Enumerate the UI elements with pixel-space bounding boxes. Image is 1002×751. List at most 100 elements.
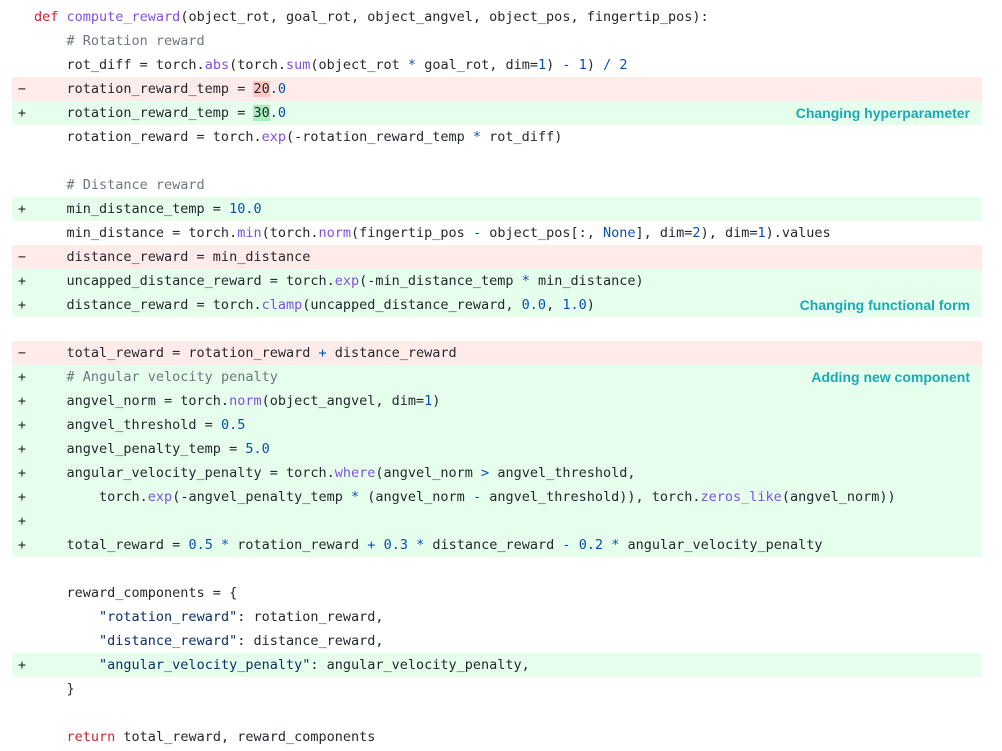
- diff-line-added: + # Angular velocity penalty Adding new c…: [12, 365, 982, 389]
- code-token: ): [432, 393, 441, 409]
- code-token: angvel_threshold,: [489, 465, 636, 481]
- code-token: 2: [692, 225, 701, 241]
- diff-line-context: # Rotation reward: [12, 29, 982, 53]
- code-text: reward_components = {: [34, 581, 238, 605]
- code-token: object_pos[:,: [481, 225, 603, 241]
- code-token: rotation_reward: [229, 537, 368, 553]
- code-token: 30: [253, 105, 270, 121]
- code-token: ): [586, 57, 604, 73]
- code-token: -: [472, 489, 482, 505]
- diff-marker: +: [17, 273, 27, 289]
- diff-marker: +: [17, 201, 27, 217]
- code-text: min_distance = torch.min(torch.norm(fing…: [34, 221, 831, 245]
- code-text: # Angular velocity penalty: [34, 365, 278, 389]
- code-text: "distance_reward": distance_reward,: [34, 629, 383, 653]
- diff-line-added: + min_distance_temp = 10.0: [12, 197, 982, 221]
- diff-line-added: + rotation_reward_temp = 30.0 Changing hy…: [12, 101, 982, 125]
- code-token: ).values: [765, 225, 831, 241]
- code-token: 1: [537, 57, 547, 73]
- code-token: where: [334, 465, 376, 481]
- code-token: torch.: [34, 489, 148, 505]
- diff-line-context: [12, 701, 982, 725]
- diff-marker: +: [17, 417, 27, 433]
- diff-marker: −: [17, 81, 27, 97]
- code-token: distance_reward: [326, 345, 457, 361]
- diff-line-context: rotation_reward = torch.exp(-rotation_re…: [12, 125, 982, 149]
- code-token: *: [472, 129, 482, 145]
- code-token: # Distance reward: [66, 177, 205, 193]
- code-token: -: [562, 57, 571, 73]
- code-text: return total_reward, reward_components: [34, 725, 376, 749]
- code-token: (-rotation_reward_temp: [285, 129, 473, 145]
- code-text: angvel_norm = torch.norm(object_angvel, …: [34, 389, 441, 413]
- code-token: /: [603, 57, 612, 73]
- code-token: (object_angvel, dim=: [261, 393, 425, 409]
- code-token: distance_reward = min_distance: [34, 249, 311, 265]
- code-token: "angular_velocity_penalty": [99, 657, 311, 673]
- code-token: *: [220, 537, 230, 553]
- code-token: rot_diff = torch.: [34, 57, 205, 73]
- code-token: rot_diff): [481, 129, 563, 145]
- code-token: (-angvel_penalty_temp: [172, 489, 351, 505]
- code-token: ), dim=: [700, 225, 758, 241]
- code-token: goal_rot, dim=: [416, 57, 538, 73]
- code-token: (torch.: [261, 225, 319, 241]
- code-token: uncapped_distance_reward = torch.: [34, 273, 335, 289]
- code-token: }: [34, 681, 75, 697]
- code-token: 0.5: [220, 417, 246, 433]
- diff-line-context: [12, 557, 982, 581]
- code-token: rotation_reward_temp =: [34, 81, 254, 97]
- code-text: # Rotation reward: [34, 29, 205, 53]
- code-text: "angular_velocity_penalty": angular_velo…: [34, 653, 530, 677]
- code-text: # Distance reward: [34, 173, 205, 197]
- code-text: min_distance_temp = 10.0: [34, 197, 262, 221]
- code-token: angvel_threshold =: [34, 417, 221, 433]
- code-token: # Angular velocity penalty: [66, 369, 278, 385]
- diff-line-added: + angvel_threshold = 0.5: [12, 413, 982, 437]
- code-token: min_distance = torch.: [34, 225, 238, 241]
- diff-marker: +: [17, 393, 27, 409]
- diff-marker: −: [17, 249, 27, 265]
- diff-line-removed: − rotation_reward_temp = 20.0: [12, 77, 982, 101]
- code-token: 0.2: [578, 537, 604, 553]
- code-token: 1.0: [562, 297, 587, 313]
- diff-marker: +: [17, 537, 27, 553]
- diff-marker: +: [17, 513, 27, 529]
- code-token: def: [34, 9, 67, 25]
- diff-line-context: rot_diff = torch.abs(torch.sum(object_ro…: [12, 53, 982, 77]
- diff-marker: +: [17, 105, 27, 121]
- code-text: angvel_penalty_temp = 5.0: [34, 437, 270, 461]
- code-token: : angular_velocity_penalty,: [310, 657, 530, 673]
- code-token: *: [351, 489, 360, 505]
- code-token: min_distance): [529, 273, 644, 289]
- code-token: exp: [261, 129, 286, 145]
- code-token: *: [416, 537, 425, 553]
- code-token: # Rotation reward: [66, 33, 205, 49]
- diff-line-added: + total_reward = 0.5 * rotation_reward +…: [12, 533, 982, 557]
- diff-line-removed: − distance_reward = min_distance: [12, 245, 982, 269]
- diff-line-context: def compute_reward(object_rot, goal_rot,…: [12, 5, 982, 29]
- code-text: angular_velocity_penalty = torch.where(a…: [34, 461, 636, 485]
- code-token: ], dim=: [635, 225, 693, 241]
- code-token: (object_rot, goal_rot, object_angvel, ob…: [180, 9, 709, 25]
- code-token: >: [481, 465, 490, 481]
- code-token: 20: [253, 81, 270, 97]
- code-token: 2: [619, 57, 628, 73]
- code-text: distance_reward = min_distance: [34, 245, 311, 269]
- code-diff-view: def compute_reward(object_rot, goal_rot,…: [12, 5, 982, 749]
- code-token: (uncapped_distance_reward,: [302, 297, 522, 313]
- code-text: distance_reward = torch.clamp(uncapped_d…: [34, 293, 595, 317]
- diff-line-added: + uncapped_distance_reward = torch.exp(-…: [12, 269, 982, 293]
- diff-line-removed: − total_reward = rotation_reward + dista…: [12, 341, 982, 365]
- diff-line-context: min_distance = torch.min(torch.norm(fing…: [12, 221, 982, 245]
- code-token: norm: [318, 225, 352, 241]
- code-token: total_reward = rotation_reward: [34, 345, 319, 361]
- code-token: sum: [285, 57, 311, 73]
